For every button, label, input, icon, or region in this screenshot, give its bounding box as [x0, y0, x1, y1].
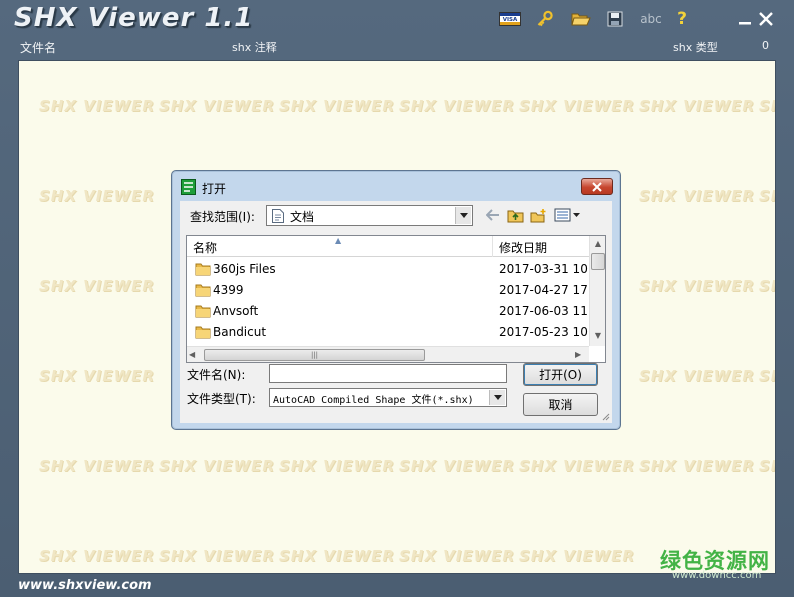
column-filename[interactable]: 文件名: [20, 39, 56, 56]
watermark: SHX VIEWER: [759, 277, 775, 295]
folder-icon: [195, 263, 211, 276]
watermark: SHX VIEWER: [639, 367, 755, 385]
cancel-button[interactable]: 取消: [523, 393, 598, 416]
folder-icon: [195, 305, 211, 318]
file-name: Anvsoft: [213, 304, 259, 318]
list-item[interactable]: Anvsoft 2017-06-03 11:5: [187, 301, 589, 322]
watermark: SHX VIEWER: [639, 457, 755, 475]
horizontal-scroll-thumb[interactable]: |||: [204, 349, 425, 361]
close-icon[interactable]: [754, 8, 778, 30]
watermark: SHX VIEWER: [399, 457, 515, 475]
status-url[interactable]: www.shxview.com: [18, 578, 152, 593]
scroll-down-icon[interactable]: ▼: [590, 328, 605, 344]
watermark: SHX VIEWER: [399, 97, 515, 115]
filename-input[interactable]: [269, 364, 507, 383]
dialog-title: 打开: [202, 182, 227, 196]
look-in-label: 查找范围(I):: [190, 210, 255, 224]
watermark: SHX VIEWER: [279, 457, 395, 475]
vertical-scroll-thumb[interactable]: [591, 253, 605, 270]
document-icon: [272, 209, 284, 223]
title-bar: SHX Viewer 1.1 VISA abc ?: [0, 0, 794, 38]
watermark: SHX VIEWER: [39, 547, 155, 565]
watermark: SHX VIEWER: [159, 97, 275, 115]
column-divider[interactable]: [492, 236, 493, 257]
filename-label: 文件名(N):: [187, 368, 246, 382]
scroll-left-icon[interactable]: ◀: [189, 347, 203, 362]
watermark: SHX VIEWER: [39, 97, 155, 115]
site-url: www.downcc.com: [672, 570, 762, 581]
watermark: SHX VIEWER: [39, 367, 155, 385]
folder-icon: [195, 326, 211, 339]
file-name: 4399: [213, 283, 244, 297]
list-header: ▲ 名称 修改日期: [187, 236, 589, 257]
column-shx-type[interactable]: shx 类型: [673, 39, 718, 55]
file-date: 2017-06-03 11:5: [499, 304, 589, 318]
up-folder-icon[interactable]: [506, 207, 524, 223]
chevron-down-icon[interactable]: [455, 207, 471, 224]
abc-text-icon[interactable]: abc: [637, 8, 665, 30]
back-arrow-icon[interactable]: [484, 207, 502, 223]
scroll-right-icon[interactable]: ▶: [575, 347, 589, 362]
filetype-label: 文件类型(T):: [187, 392, 256, 406]
list-item[interactable]: Bandicut 2017-05-23 10:2: [187, 322, 589, 343]
look-in-dropdown[interactable]: 文档: [266, 205, 473, 226]
list-item[interactable]: 4399 2017-04-27 17:3: [187, 280, 589, 301]
watermark: SHX VIEWER: [759, 97, 775, 115]
watermark: SHX VIEWER: [519, 547, 635, 565]
watermark: SHX VIEWER: [399, 547, 515, 565]
svg-text:VISA: VISA: [503, 17, 518, 23]
watermark: SHX VIEWER: [519, 97, 635, 115]
folder-icon: [195, 284, 211, 297]
column-name[interactable]: 名称: [193, 239, 217, 256]
file-date: 2017-04-27 17:3: [499, 283, 589, 297]
file-date: 2017-05-23 10:2: [499, 325, 589, 339]
filetype-dropdown[interactable]: AutoCAD Compiled Shape 文件(*.shx): [269, 388, 507, 407]
watermark: SHX VIEWER: [159, 457, 275, 475]
watermark: SHX VIEWER: [279, 547, 395, 565]
app-small-icon: [181, 179, 196, 195]
watermark: SHX VIEWER: [39, 277, 155, 295]
open-file-dialog: 打开 查找范围(I): 文档 ▲ 名称 修改日期 360js Files 201…: [171, 170, 621, 430]
app-title: SHX Viewer 1.1: [14, 3, 254, 33]
open-folder-icon[interactable]: [569, 8, 593, 30]
dialog-body: 查找范围(I): 文档 ▲ 名称 修改日期 360js Files 2017-0…: [180, 201, 612, 423]
scroll-up-icon[interactable]: ▲: [590, 236, 605, 252]
help-icon[interactable]: ?: [670, 8, 694, 30]
new-folder-icon[interactable]: [529, 207, 547, 223]
watermark: SHX VIEWER: [759, 367, 775, 385]
save-icon[interactable]: [603, 8, 627, 30]
watermark: SHX VIEWER: [639, 187, 755, 205]
file-count: 0: [762, 39, 769, 52]
file-name: Bandicut: [213, 325, 267, 339]
watermark: SHX VIEWER: [759, 187, 775, 205]
watermark: SHX VIEWER: [39, 187, 155, 205]
watermark: SHX VIEWER: [159, 547, 275, 565]
column-shx-note[interactable]: shx 注释: [232, 39, 277, 55]
visa-icon[interactable]: VISA: [498, 8, 522, 30]
resize-grip-icon[interactable]: [600, 411, 610, 421]
look-in-value: 文档: [290, 210, 315, 224]
view-menu-icon[interactable]: [553, 207, 583, 223]
filetype-value: AutoCAD Compiled Shape 文件(*.shx): [273, 395, 474, 406]
horizontal-scrollbar[interactable]: ◀ ||| ▶: [187, 346, 589, 362]
watermark: SHX VIEWER: [639, 97, 755, 115]
close-icon: [592, 181, 602, 192]
list-item[interactable]: 360js Files 2017-03-31 10:1: [187, 259, 589, 280]
dialog-close-button[interactable]: [581, 178, 613, 195]
open-button[interactable]: 打开(O): [523, 363, 598, 386]
watermark: SHX VIEWER: [759, 457, 775, 475]
chevron-down-icon[interactable]: [489, 390, 505, 405]
watermark: SHX VIEWER: [39, 457, 155, 475]
watermark: SHX VIEWER: [639, 277, 755, 295]
column-header: 文件名 shx 注释 shx 类型 0: [0, 38, 794, 60]
file-name: 360js Files: [213, 262, 276, 276]
watermark: SHX VIEWER: [519, 457, 635, 475]
file-list[interactable]: ▲ 名称 修改日期 360js Files 2017-03-31 10:1 43…: [186, 235, 606, 363]
key-icon[interactable]: [533, 8, 557, 30]
column-date-modified[interactable]: 修改日期: [499, 239, 547, 256]
watermark: SHX VIEWER: [279, 97, 395, 115]
sort-up-icon: ▲: [335, 236, 342, 245]
file-date: 2017-03-31 10:1: [499, 262, 589, 276]
vertical-scrollbar[interactable]: ▲ ▼: [589, 236, 605, 346]
